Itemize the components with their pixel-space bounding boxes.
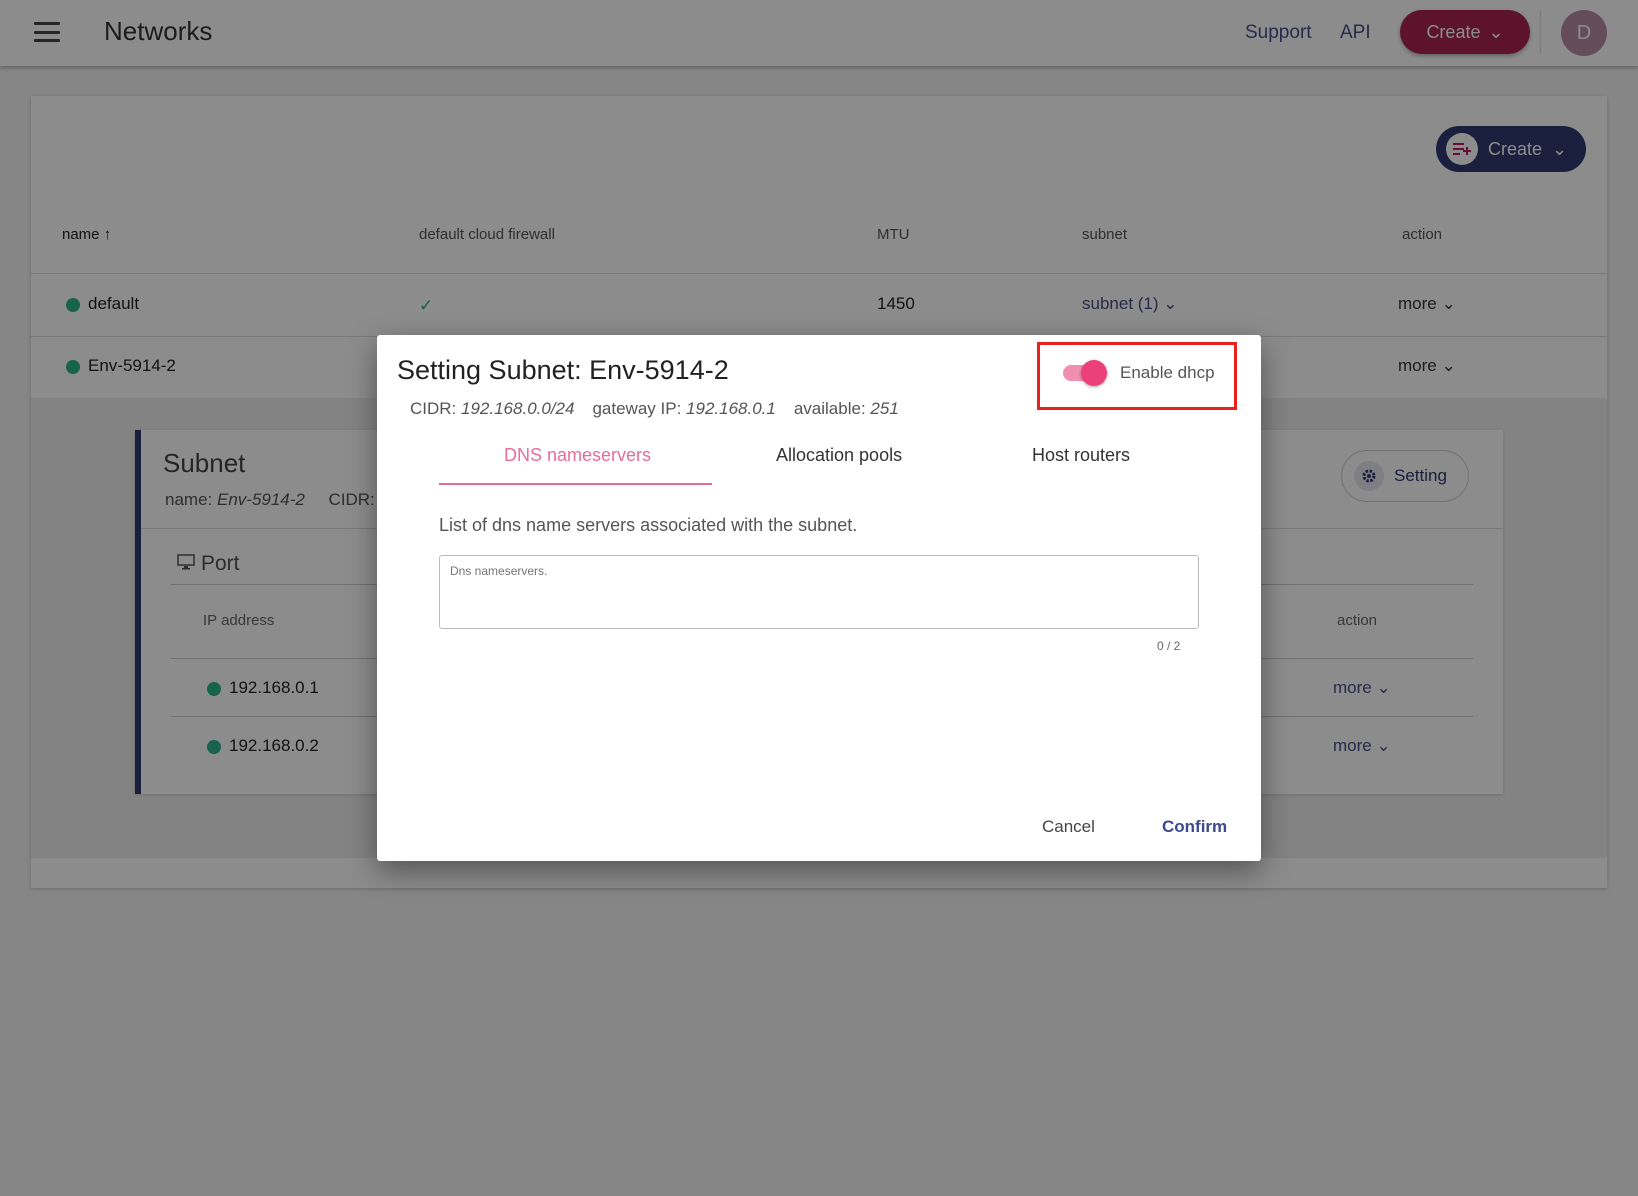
dhcp-toggle[interactable] bbox=[1063, 360, 1107, 386]
tab-host-routers[interactable]: Host routers bbox=[1032, 445, 1130, 466]
tab-dns-nameservers[interactable]: DNS nameservers bbox=[504, 445, 651, 466]
confirm-button[interactable]: Confirm bbox=[1162, 817, 1227, 837]
dialog-title: Setting Subnet: Env-5914-2 bbox=[397, 355, 729, 385]
toggle-knob bbox=[1081, 360, 1107, 386]
dialog-meta: CIDR: 192.168.0.0/24 gateway IP: 192.168.… bbox=[410, 399, 899, 418]
active-tab-indicator bbox=[439, 483, 712, 485]
setting-subnet-dialog: Setting Subnet: Env-5914-2 CIDR: 192.168… bbox=[377, 335, 1261, 861]
dhcp-toggle-label: Enable dhcp bbox=[1120, 363, 1215, 382]
character-counter: 0 / 2 bbox=[1157, 639, 1181, 653]
dns-nameservers-input[interactable] bbox=[439, 555, 1199, 629]
dns-description: List of dns name servers associated with… bbox=[439, 515, 858, 535]
cancel-button[interactable]: Cancel bbox=[1042, 817, 1095, 837]
tab-allocation-pools[interactable]: Allocation pools bbox=[776, 445, 902, 466]
